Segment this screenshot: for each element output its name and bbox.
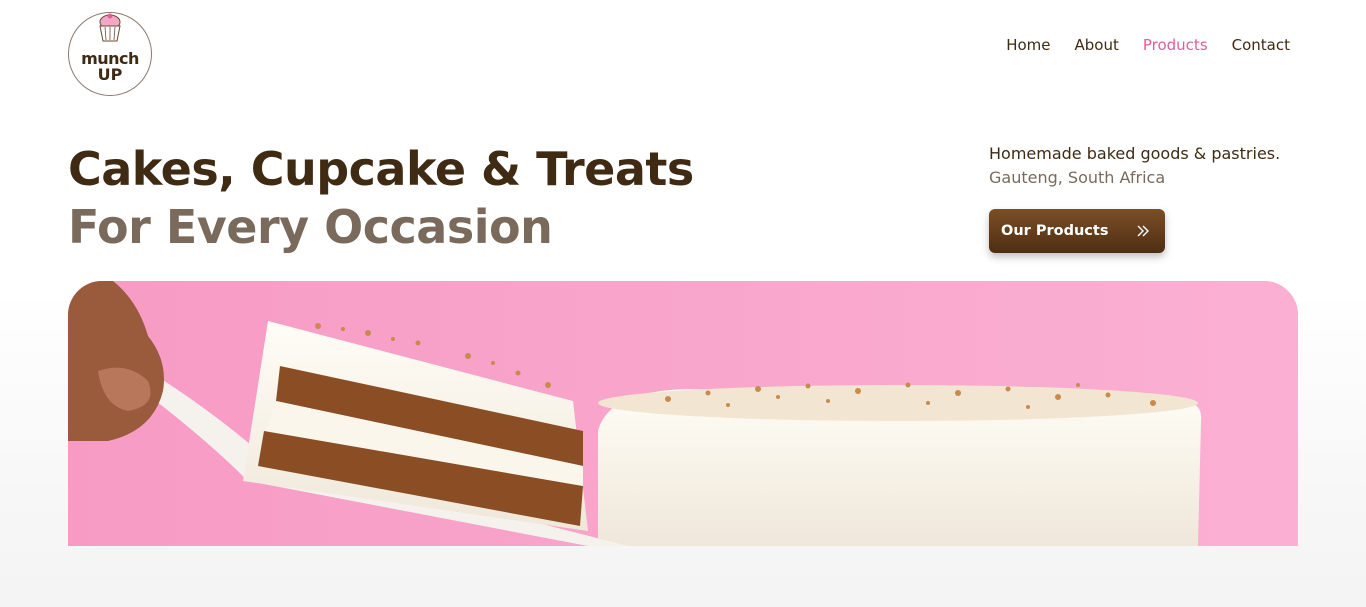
nav-about[interactable]: About xyxy=(1075,36,1119,54)
our-products-button[interactable]: Our Products xyxy=(989,209,1165,253)
cupcake-icon xyxy=(99,13,121,42)
main-nav: Home About Products Contact xyxy=(1006,36,1290,54)
hero-tagline: Homemade baked goods & pastries. xyxy=(989,144,1281,163)
double-chevron-right-icon xyxy=(1137,225,1149,237)
hero-title-line1: Cakes, Cupcake & Treats xyxy=(68,142,694,196)
brand-logo[interactable]: munch UP xyxy=(68,12,152,96)
nav-home[interactable]: Home xyxy=(1006,36,1050,54)
nav-products[interactable]: Products xyxy=(1143,36,1208,54)
hero-location: Gauteng, South Africa xyxy=(989,168,1166,187)
hero-title-line2: For Every Occasion xyxy=(68,200,553,254)
carrot-cake-illustration xyxy=(68,281,1298,546)
nav-contact[interactable]: Contact xyxy=(1232,36,1290,54)
hero-side-info: Homemade baked goods & pastries. Gauteng… xyxy=(989,143,1280,253)
brand-name-line2: UP xyxy=(97,65,123,84)
hero-headline: Cakes, Cupcake & Treats For Every Occasi… xyxy=(68,140,694,256)
hero-image xyxy=(68,281,1298,546)
our-products-label: Our Products xyxy=(1001,223,1109,239)
